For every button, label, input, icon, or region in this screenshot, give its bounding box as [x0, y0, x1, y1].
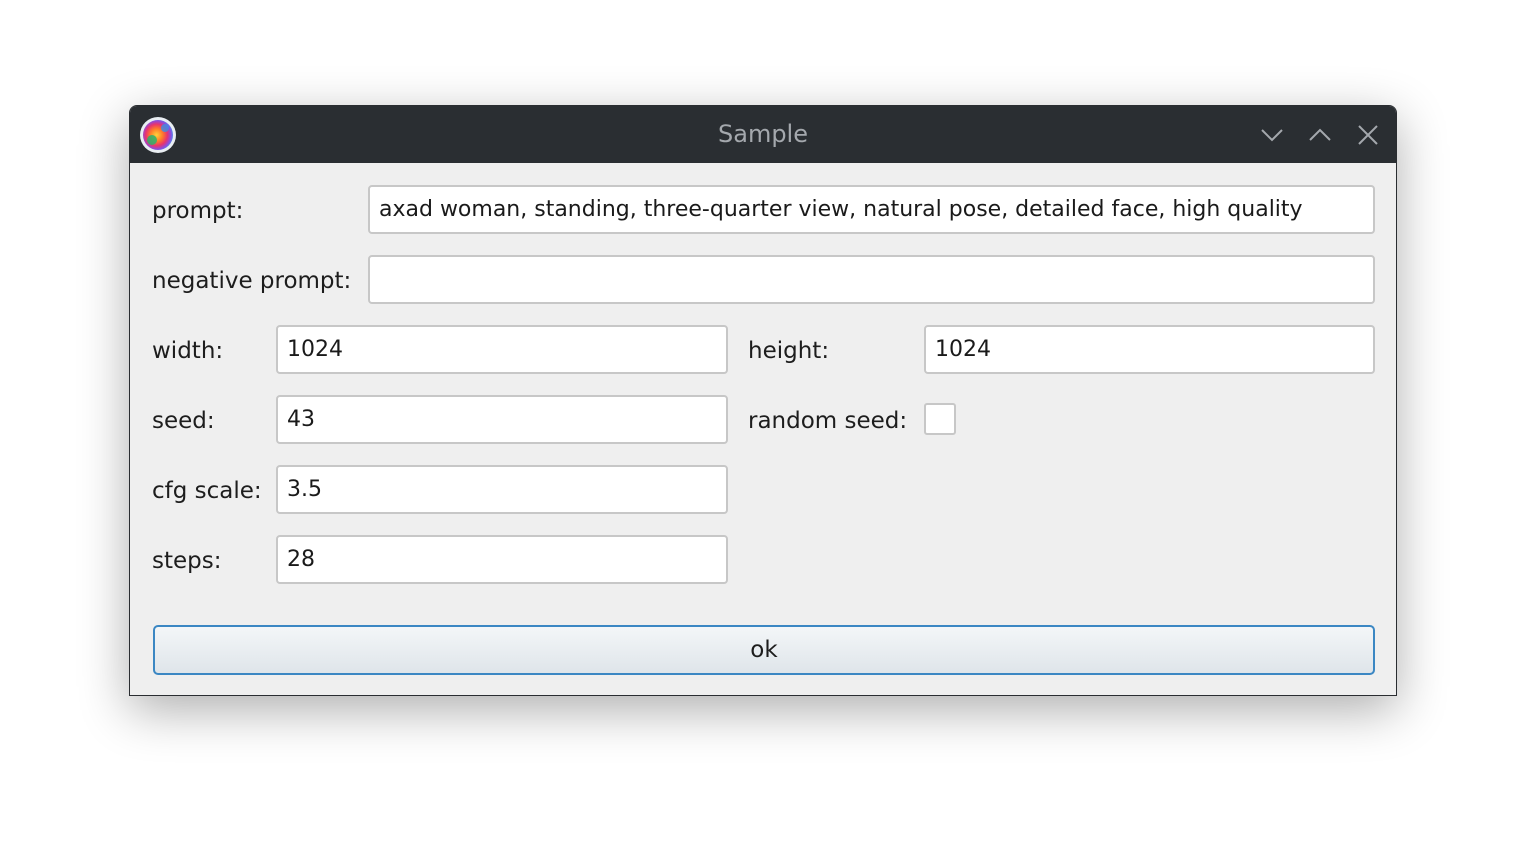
- ok-button[interactable]: ok: [153, 625, 1375, 675]
- seed-label: seed:: [152, 408, 215, 434]
- seed-input[interactable]: [276, 395, 728, 444]
- minimize-icon[interactable]: [1259, 122, 1285, 148]
- cfg-scale-input[interactable]: [276, 465, 728, 514]
- window-title: Sample: [718, 120, 808, 148]
- steps-input[interactable]: [276, 535, 728, 584]
- prompt-input[interactable]: [368, 185, 1375, 234]
- sample-dialog: Sample prompt: negative prompt: width: h…: [129, 105, 1397, 696]
- random-seed-checkbox[interactable]: [924, 403, 956, 435]
- maximize-icon[interactable]: [1307, 122, 1333, 148]
- negative-prompt-input[interactable]: [368, 255, 1375, 304]
- negative-prompt-label: negative prompt:: [152, 268, 352, 294]
- cfg-scale-label: cfg scale:: [152, 478, 262, 504]
- height-label: height:: [748, 338, 830, 364]
- width-label: width:: [152, 338, 224, 364]
- title-bar[interactable]: Sample: [130, 106, 1396, 163]
- close-icon[interactable]: [1355, 122, 1381, 148]
- width-input[interactable]: [276, 325, 728, 374]
- steps-label: steps:: [152, 548, 222, 574]
- prompt-label: prompt:: [152, 198, 244, 224]
- random-seed-label: random seed:: [748, 408, 908, 434]
- height-input[interactable]: [924, 325, 1375, 374]
